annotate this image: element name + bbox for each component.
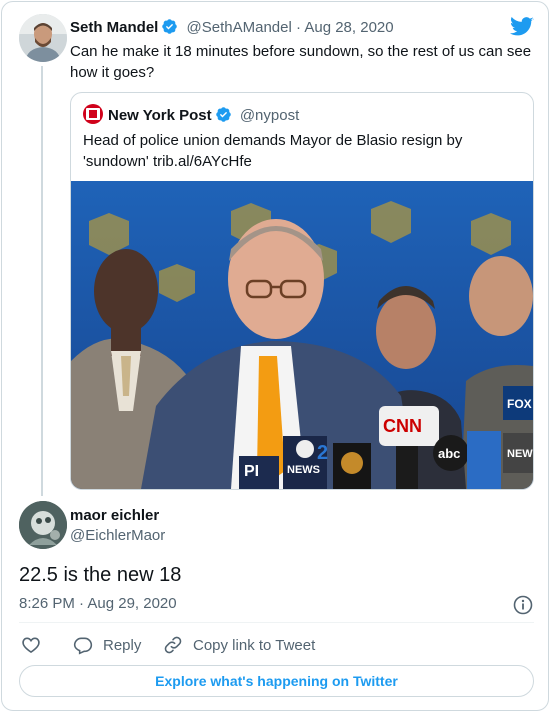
verified-badge-icon [162,19,178,34]
mic-flag-news: NEW [507,448,533,460]
quoted-tweet-header: New York Post @nypost [83,104,299,126]
parent-tweet-date[interactable]: Aug 28, 2020 [304,19,393,36]
copy-link-label: Copy link to Tweet [193,636,316,654]
mic-flag-fox: FOX [507,397,532,411]
tweet-actions: Reply Copy link to Tweet [19,632,534,658]
quoted-tweet[interactable]: New York Post @nypost Head of police uni… [70,92,534,490]
mic-flag-abc: abc [438,446,460,461]
thread-line [41,66,43,496]
mic-flag-news2-number: 2 [317,442,328,464]
link-icon [164,636,182,654]
mic-flag-news2-label: NEWS [287,464,320,476]
embedded-tweet-card: Seth Mandel @SethAMandel · Aug 28, 2020 … [1,1,549,711]
reply-bubble-icon [73,637,93,655]
parent-tweet-header: Seth Mandel @SethAMandel · Aug 28, 2020 [70,18,394,37]
parent-author-handle[interactable]: @SethAMandel [187,19,292,36]
separator-dot: · [296,19,301,36]
verified-badge-icon [215,107,231,122]
mic-flag-cnn: CNN [383,416,422,436]
action-divider [19,622,534,623]
copy-link-button[interactable]: Copy link to Tweet [163,632,315,658]
reply-author-name[interactable]: maor eichler [70,507,159,525]
parent-author-name[interactable]: Seth Mandel [70,19,158,36]
quoted-tweet-photo[interactable]: PI 2 NEWS CNN abc FOX NEW [71,181,533,489]
twitter-bird-icon[interactable] [510,16,534,38]
like-button[interactable] [21,632,51,658]
reply-button[interactable]: Reply [73,632,141,658]
quoted-author-handle[interactable]: @nypost [240,107,299,124]
seth-mandel-avatar[interactable] [19,14,67,62]
new-york-post-logo-icon [83,104,103,124]
reply-label: Reply [103,636,142,654]
quoted-tweet-text: Head of police union demands Mayor de Bl… [83,132,463,170]
reply-tweet-timestamp[interactable]: 8:26 PM · Aug 29, 2020 [19,595,177,613]
explore-twitter-button[interactable]: Explore what's happening on Twitter [19,665,534,697]
reply-author-handle[interactable]: @EichlerMaor [70,527,165,545]
info-icon[interactable] [513,595,533,615]
mic-flag-pi: PI [244,463,259,480]
reply-tweet-text: 22.5 is the new 18 [19,564,182,586]
parent-tweet-text: Can he make it 18 minutes before sundown… [70,43,532,81]
heart-icon [22,637,40,654]
maor-eichler-avatar[interactable] [19,501,67,549]
quoted-author-name[interactable]: New York Post [108,107,212,124]
